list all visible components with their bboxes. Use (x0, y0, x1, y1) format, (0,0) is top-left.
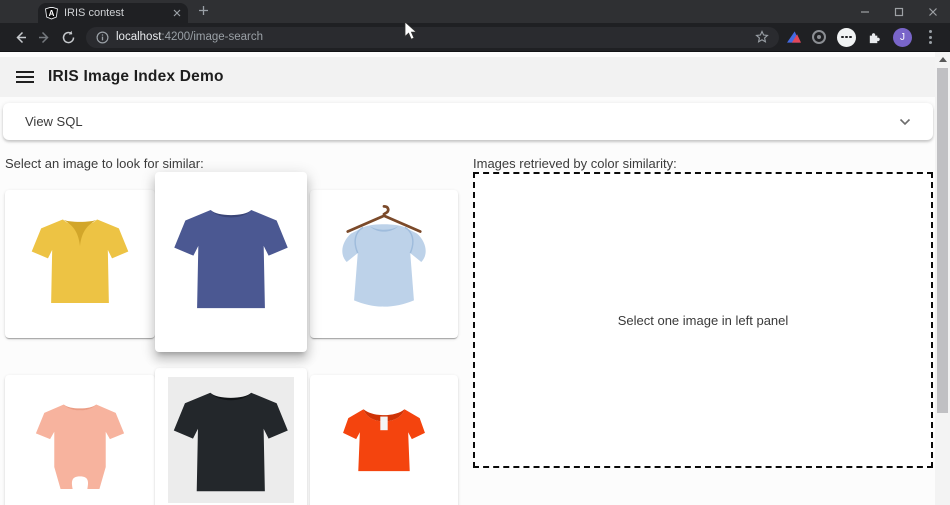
page-content: IRIS Image Index Demo View SQL Select an… (0, 52, 950, 505)
right-panel-label: Images retrieved by color similarity: (473, 156, 677, 171)
image-card-yellow-vneck-tee[interactable] (5, 190, 155, 338)
chevron-down-icon (899, 118, 911, 126)
view-sql-expansion-panel[interactable]: View SQL (3, 103, 933, 140)
url-bar[interactable]: localhost:4200/image-search (86, 27, 779, 48)
product-image (168, 377, 294, 503)
scrollbar-up-arrow[interactable] (935, 52, 950, 67)
tab-close-icon[interactable] (173, 9, 181, 17)
view-sql-label: View SQL (25, 114, 899, 129)
extension-gray-icon[interactable] (812, 30, 826, 44)
browser-menu-icon[interactable] (923, 30, 938, 44)
left-panel-label: Select an image to look for similar: (5, 156, 204, 171)
back-button[interactable] (8, 25, 32, 49)
results-empty-message: Select one image in left panel (618, 313, 789, 328)
forward-button[interactable] (32, 25, 56, 49)
browser-window: A IRIS contest (0, 0, 950, 505)
app-toolbar: IRIS Image Index Demo (0, 57, 935, 97)
url-host: localhost (116, 31, 161, 43)
extensions-puzzle-icon[interactable] (867, 30, 882, 45)
extensions-row: J (787, 28, 942, 47)
browser-toolbar: localhost:4200/image-search J (0, 23, 950, 52)
image-card-black-crew-tee[interactable] (155, 368, 307, 505)
scrollbar-thumb[interactable] (937, 68, 948, 413)
page-title: IRIS Image Index Demo (48, 68, 224, 86)
product-image (321, 199, 447, 325)
tab-title: IRIS contest (64, 7, 167, 19)
extension-colorful-icon[interactable] (787, 30, 801, 44)
product-image (17, 199, 143, 325)
window-close-button[interactable] (916, 0, 950, 23)
extension-dots-icon[interactable] (837, 28, 856, 47)
site-info-icon[interactable] (96, 31, 109, 44)
image-card-orange-crop-top[interactable] (310, 375, 458, 505)
page-scrollbar[interactable] (935, 52, 950, 505)
new-tab-button[interactable] (198, 5, 209, 16)
url-path: :4200/image-search (161, 31, 263, 43)
window-minimize-button[interactable] (848, 0, 882, 23)
url-text: localhost:4200/image-search (116, 31, 263, 43)
image-card-peach-onesie[interactable] (5, 375, 155, 505)
product-image (321, 384, 447, 505)
reload-button[interactable] (56, 25, 80, 49)
window-maximize-button[interactable] (882, 0, 916, 23)
bookmark-star-icon[interactable] (755, 30, 769, 44)
angular-favicon-icon: A (45, 7, 58, 20)
results-dropzone: Select one image in left panel (473, 172, 933, 468)
profile-avatar[interactable]: J (893, 28, 912, 47)
product-image (17, 384, 143, 505)
menu-hamburger-icon[interactable] (16, 71, 34, 83)
image-card-blue-crew-tee[interactable] (155, 172, 307, 352)
browser-tab-strip: A IRIS contest (0, 0, 950, 23)
browser-tab[interactable]: A IRIS contest (38, 3, 188, 23)
product-image (157, 186, 305, 334)
image-card-lightblue-blouse[interactable] (310, 190, 458, 338)
window-controls (848, 0, 950, 23)
